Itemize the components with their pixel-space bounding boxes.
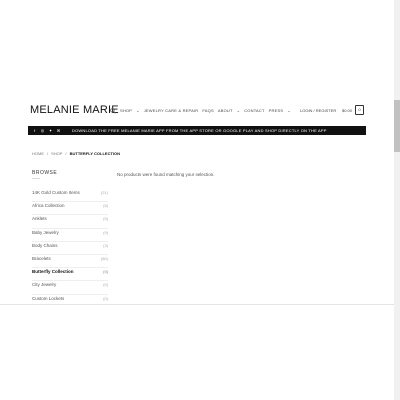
category-label: Bracelets — [32, 255, 51, 261]
breadcrumb: HOME / SHOP / BUTTERFLY COLLECTION — [32, 151, 121, 156]
app-banner: f ◎ ✦ ✉ DOWNLOAD THE FREE MELANIE MARIE … — [28, 126, 366, 135]
category-label: Africa Collection — [32, 203, 65, 209]
category-item[interactable]: Anklets (5) — [32, 215, 108, 229]
sidebar-title: BROWSE — [32, 170, 58, 176]
nav-item-press[interactable]: PRESS — [269, 108, 284, 113]
no-products-message: No products were found matching your sel… — [117, 172, 215, 177]
category-item[interactable]: Bracelets (80) — [32, 255, 108, 269]
category-label: Anklets — [32, 216, 47, 222]
category-label: Custom Lockets — [32, 295, 65, 301]
chevron-down-icon: ⌄ — [136, 108, 140, 113]
category-item[interactable]: Custom Lockets (0) — [32, 295, 108, 305]
divider — [32, 178, 40, 179]
scrollbar-thumb[interactable] — [394, 100, 400, 152]
main-nav: SHOP ⌄ JEWELRY CARE & REPAIR FAQS ABOUT ⌄ CONT… — [120, 108, 291, 113]
category-count: (3) — [103, 242, 108, 248]
site-header: MELANIE MARIE SHOP ⌄ JEWELRY CARE & REPAIR… — [0, 96, 394, 126]
category-count: (0) — [103, 295, 108, 301]
category-label: City Jewelry — [32, 282, 57, 288]
nav-item-faqs[interactable]: FAQS — [202, 108, 213, 113]
category-count: (5) — [103, 216, 108, 222]
banner-text[interactable]: DOWNLOAD THE FREE MELANIE MARIE APP FROM… — [72, 128, 327, 133]
cart-total[interactable]: $0.00 — [342, 108, 352, 113]
login-register-link[interactable]: LOGIN / REGISTER — [300, 108, 336, 113]
category-item[interactable]: Body Chains (3) — [32, 242, 108, 255]
nav-item-contact[interactable]: CONTACT — [244, 108, 264, 113]
breadcrumb-shop[interactable]: SHOP — [51, 151, 62, 156]
category-label: Body Chains — [32, 242, 58, 248]
category-item[interactable]: City Jewelry (0) — [32, 281, 108, 295]
scrollbar[interactable] — [394, 0, 400, 400]
cart-icon[interactable]: 0 — [355, 105, 364, 115]
category-item[interactable]: Africa Collection (6) — [32, 202, 108, 216]
category-count: (0) — [103, 269, 108, 275]
chevron-down-icon: ⌄ — [236, 108, 241, 113]
site-logo[interactable]: MELANIE MARIE — [30, 104, 119, 116]
breadcrumb-current: BUTTERFLY COLLECTION — [69, 151, 121, 156]
twitter-icon[interactable]: ✦ — [48, 128, 53, 133]
chevron-down-icon: ⌄ — [287, 108, 291, 113]
breadcrumb-home[interactable]: HOME — [32, 151, 44, 156]
category-list: 14K Gold Custom Items (21) Africa Collecti… — [32, 189, 108, 305]
category-label: 14K Gold Custom Items — [32, 190, 80, 195]
category-label: Butterfly Collection — [32, 269, 74, 275]
category-count: (9) — [103, 229, 108, 235]
category-item[interactable]: Butterfly Collection (0) — [32, 268, 108, 282]
nav-item-shop[interactable]: SHOP — [120, 108, 132, 113]
social-links: f ◎ ✦ ✉ — [32, 128, 61, 133]
category-count: (21) — [100, 190, 108, 195]
category-count: (0) — [103, 282, 108, 288]
nav-item-jewelry-care-repair[interactable]: JEWELRY CARE & REPAIR — [144, 108, 199, 113]
category-item[interactable]: Baby Jewelry (9) — [32, 229, 108, 242]
facebook-icon[interactable]: f — [32, 128, 37, 133]
category-item[interactable]: 14K Gold Custom Items (21) — [32, 189, 108, 203]
page: MELANIE MARIE SHOP ⌄ JEWELRY CARE & REPAIR… — [0, 96, 394, 305]
category-count: (6) — [103, 203, 108, 209]
nav-item-about[interactable]: ABOUT — [218, 108, 233, 113]
category-count: (80) — [100, 255, 108, 261]
cart-count: 0 — [358, 107, 361, 112]
instagram-icon[interactable]: ◎ — [40, 128, 45, 133]
category-label: Baby Jewelry — [32, 229, 59, 235]
search-icon[interactable] — [110, 108, 116, 114]
email-icon[interactable]: ✉ — [56, 128, 61, 133]
